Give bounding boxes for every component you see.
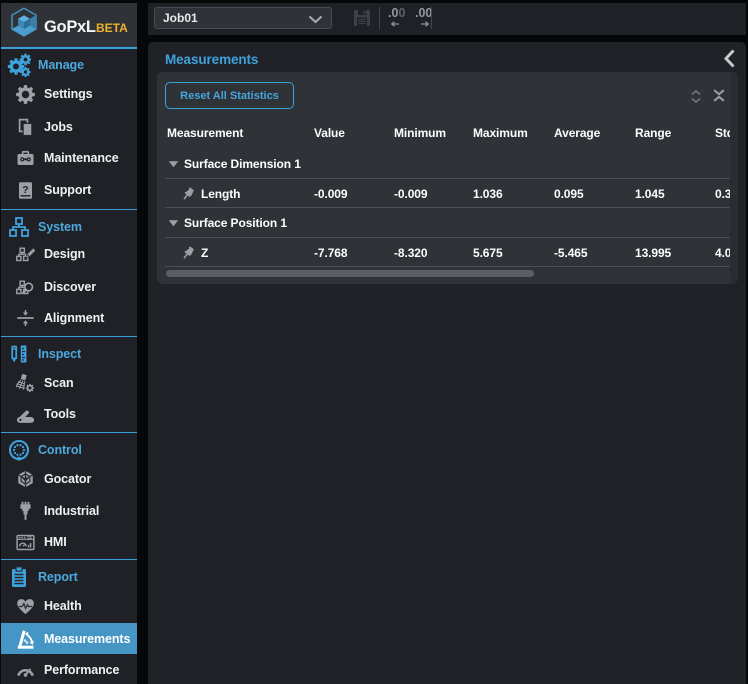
svg-text:?: ? (22, 183, 28, 195)
